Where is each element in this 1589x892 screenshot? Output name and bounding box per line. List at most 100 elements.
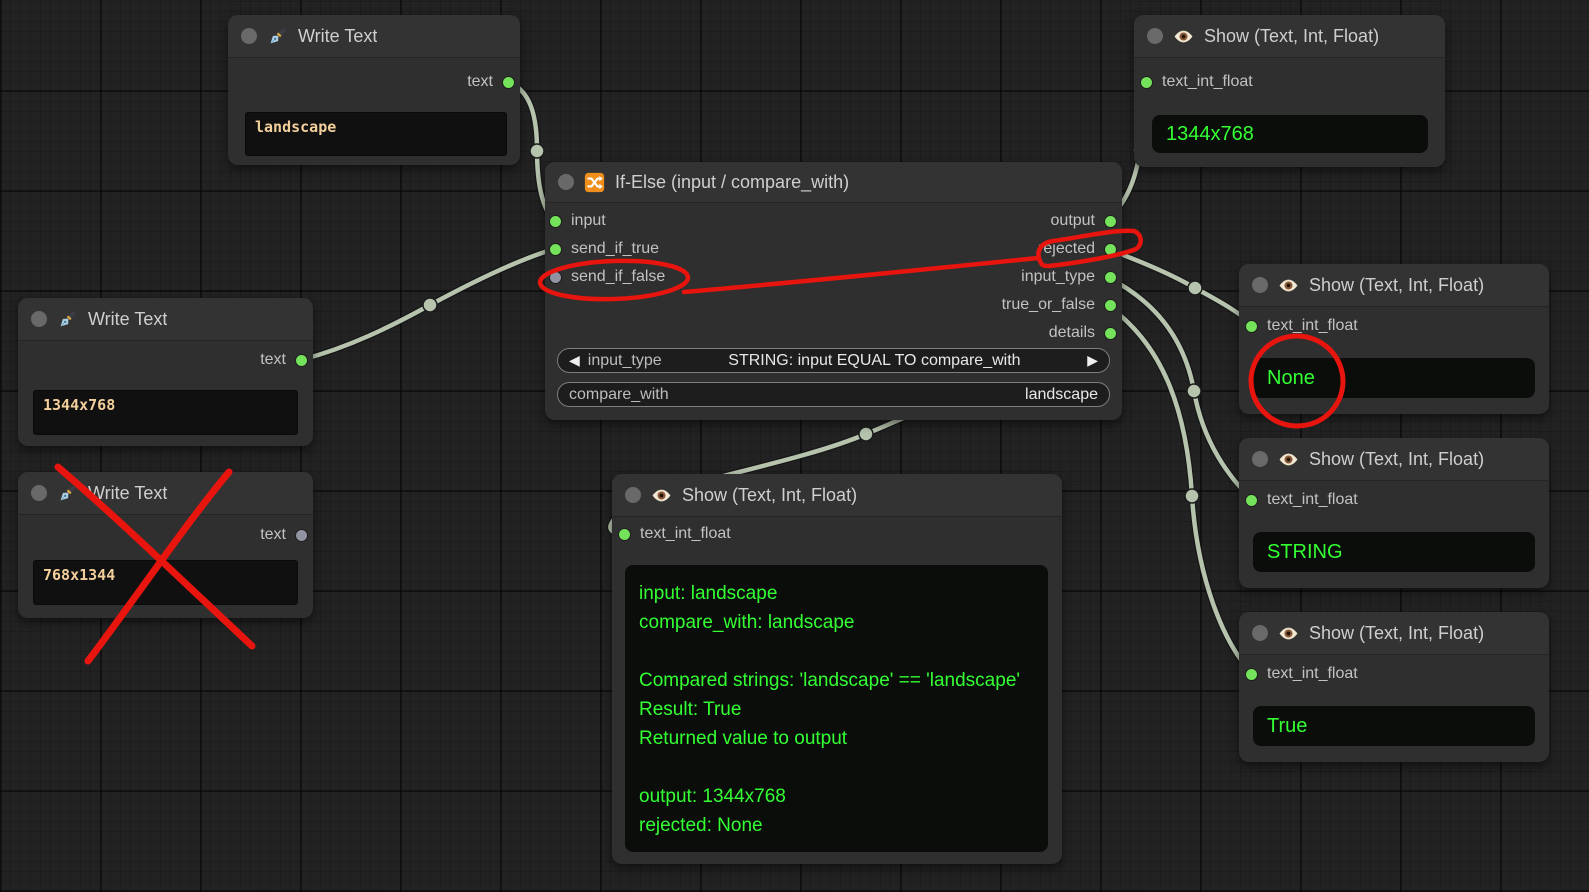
pen-icon xyxy=(57,483,78,504)
node-title: Show (Text, Int, Float) xyxy=(1309,449,1484,470)
output-port[interactable] xyxy=(1104,243,1117,256)
node-write-text-1344x768[interactable]: Write Text text 1344x768 xyxy=(18,298,313,446)
collapse-dot[interactable] xyxy=(1252,625,1268,641)
output-port[interactable] xyxy=(1104,327,1117,340)
left-arrow-icon[interactable]: ◀ xyxy=(569,352,580,369)
input-slot-text-int-float[interactable]: text_int_float xyxy=(1245,313,1358,339)
shuffle-icon xyxy=(584,172,605,193)
input-slot-text-int-float[interactable]: text_int_float xyxy=(1140,69,1253,95)
show-value-display: None xyxy=(1253,358,1535,398)
eye-icon xyxy=(1278,275,1299,296)
wire-input-type-to-show xyxy=(1107,277,1253,500)
output-slot-output[interactable]: output xyxy=(1051,208,1117,234)
input-port[interactable] xyxy=(549,271,562,284)
wire-text-to-send-if-true xyxy=(301,249,554,360)
output-slot-true-or-false[interactable]: true_or_false xyxy=(1002,292,1117,318)
input-label: text_int_float xyxy=(1267,491,1358,509)
collapse-dot[interactable] xyxy=(1147,28,1163,44)
output-port[interactable] xyxy=(1104,299,1117,312)
output-label: text xyxy=(260,526,286,544)
node-title: Write Text xyxy=(298,26,377,47)
input-slot-input[interactable]: input xyxy=(549,208,606,234)
show-value-display: STRING xyxy=(1253,532,1535,572)
output-port[interactable] xyxy=(295,354,308,367)
input-port[interactable] xyxy=(618,528,631,541)
node-header[interactable]: Write Text xyxy=(18,472,313,515)
output-port[interactable] xyxy=(1104,215,1117,228)
node-show-details[interactable]: Show (Text, Int, Float) text_int_float i… xyxy=(612,474,1062,864)
collapse-dot[interactable] xyxy=(241,28,257,44)
node-graph-canvas[interactable]: Write Text text landscape Write Text tex… xyxy=(0,0,1589,892)
input-slot-text-int-float[interactable]: text_int_float xyxy=(1245,487,1358,513)
collapse-dot[interactable] xyxy=(1252,277,1268,293)
show-value-display: True xyxy=(1253,706,1535,746)
node-header[interactable]: Show (Text, Int, Float) xyxy=(1239,264,1549,307)
input-slot-text-int-float[interactable]: text_int_float xyxy=(618,521,731,547)
collapse-dot[interactable] xyxy=(1252,451,1268,467)
combo-value: STRING: input EQUAL TO compare_with xyxy=(670,352,1080,370)
output-slot-input-type[interactable]: input_type xyxy=(1021,264,1117,290)
output-label: true_or_false xyxy=(1002,296,1095,314)
collapse-dot[interactable] xyxy=(31,485,47,501)
collapse-dot[interactable] xyxy=(625,487,641,503)
node-show-input-type[interactable]: Show (Text, Int, Float) text_int_float S… xyxy=(1239,438,1549,588)
input-port[interactable] xyxy=(1140,76,1153,89)
input-port[interactable] xyxy=(1245,668,1258,681)
input-port[interactable] xyxy=(549,215,562,228)
node-header[interactable]: Write Text xyxy=(228,15,520,58)
node-title: Write Text xyxy=(88,309,167,330)
pen-icon xyxy=(57,309,78,330)
collapse-dot[interactable] xyxy=(558,174,574,190)
output-slot-details[interactable]: details xyxy=(1049,320,1117,346)
input-slot-text-int-float[interactable]: text_int_float xyxy=(1245,661,1358,687)
collapse-dot[interactable] xyxy=(31,311,47,327)
output-slot-text[interactable]: text xyxy=(260,522,308,548)
node-header[interactable]: Show (Text, Int, Float) xyxy=(1239,438,1549,481)
input-type-combo-widget[interactable]: ◀ input_type STRING: input EQUAL TO comp… xyxy=(557,348,1110,373)
node-header[interactable]: Show (Text, Int, Float) xyxy=(612,474,1062,517)
input-label: input xyxy=(571,212,606,230)
input-port[interactable] xyxy=(1245,494,1258,507)
node-title: Show (Text, Int, Float) xyxy=(1309,275,1484,296)
right-arrow-icon[interactable]: ▶ xyxy=(1087,352,1098,369)
output-slot-text[interactable]: text xyxy=(260,347,308,373)
node-title: Show (Text, Int, Float) xyxy=(1309,623,1484,644)
node-show-output[interactable]: Show (Text, Int, Float) text_int_float 1… xyxy=(1134,15,1445,167)
eye-icon xyxy=(651,485,672,506)
node-show-true-or-false[interactable]: Show (Text, Int, Float) text_int_float T… xyxy=(1239,612,1549,762)
node-header[interactable]: If-Else (input / compare_with) xyxy=(545,162,1122,203)
input-slot-send-if-false[interactable]: send_if_false xyxy=(549,264,665,290)
node-write-text-landscape[interactable]: Write Text text landscape xyxy=(228,15,520,165)
node-show-rejected[interactable]: Show (Text, Int, Float) text_int_float N… xyxy=(1239,264,1549,414)
output-label: rejected xyxy=(1038,240,1095,258)
output-slot-text[interactable]: text xyxy=(467,69,515,95)
output-label: output xyxy=(1051,212,1095,230)
compare-with-widget[interactable]: compare_with landscape xyxy=(557,382,1110,407)
text-input-widget[interactable]: landscape xyxy=(245,112,507,156)
input-label: send_if_true xyxy=(571,240,659,258)
node-header[interactable]: Show (Text, Int, Float) xyxy=(1239,612,1549,655)
output-label: text xyxy=(467,73,493,91)
output-port[interactable] xyxy=(502,76,515,89)
combo-label: input_type xyxy=(588,352,662,370)
widget-label: compare_with xyxy=(569,386,669,404)
output-slot-rejected[interactable]: rejected xyxy=(1038,236,1117,262)
wire-true-or-false-to-show xyxy=(1107,305,1253,674)
input-label: text_int_float xyxy=(1267,317,1358,335)
output-label: details xyxy=(1049,324,1095,342)
eye-icon xyxy=(1278,623,1299,644)
text-input-widget[interactable]: 1344x768 xyxy=(33,390,298,435)
input-port[interactable] xyxy=(549,243,562,256)
input-label: text_int_float xyxy=(640,525,731,543)
input-port[interactable] xyxy=(1245,320,1258,333)
node-header[interactable]: Show (Text, Int, Float) xyxy=(1134,15,1445,58)
node-title: Show (Text, Int, Float) xyxy=(682,485,857,506)
node-write-text-768x1344[interactable]: Write Text text 768x1344 xyxy=(18,472,313,618)
text-input-widget[interactable]: 768x1344 xyxy=(33,560,298,605)
output-port[interactable] xyxy=(295,529,308,542)
output-label: input_type xyxy=(1021,268,1095,286)
input-slot-send-if-true[interactable]: send_if_true xyxy=(549,236,659,262)
node-header[interactable]: Write Text xyxy=(18,298,313,341)
output-port[interactable] xyxy=(1104,271,1117,284)
node-if-else[interactable]: If-Else (input / compare_with) input sen… xyxy=(545,162,1122,420)
